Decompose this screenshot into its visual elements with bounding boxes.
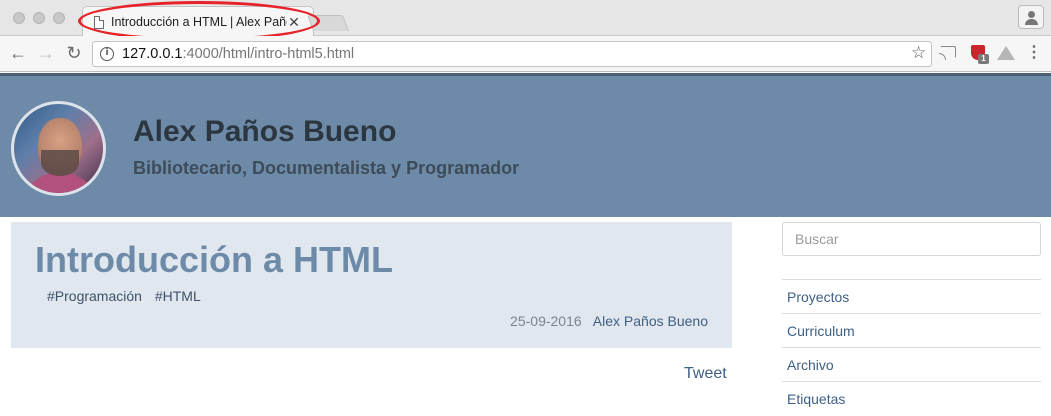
web-page: Alex Paños Bueno Bibliotecario, Document… [0,73,1051,416]
profile-icon[interactable] [1018,5,1044,29]
site-header: Alex Paños Bueno Bibliotecario, Document… [0,73,1051,217]
sidebar-item-proyectos[interactable]: Proyectos [782,279,1041,313]
forward-arrow-icon[interactable]: → [35,42,57,64]
post-author-link[interactable]: Alex Paños Bueno [593,313,708,329]
close-window-button[interactable] [13,12,25,24]
shield-icon[interactable]: 1 [968,43,989,64]
sidebar-nav: Proyectos Curriculum Archivo Etiquetas [782,279,1041,415]
url-text[interactable]: 127.0.0.1:4000/html/intro-html5.html [122,45,354,63]
tab-title: Introducción a HTML | Alex Paños Bueno [111,15,287,29]
avatar[interactable] [11,101,106,196]
browser-tab-bar: Introducción a HTML | Alex Paños Bueno ✕ [0,0,1051,41]
post-date: 25-09-2016 [510,313,582,329]
post-tags: #Programación #HTML [47,288,210,304]
cast-icon[interactable] [938,43,958,63]
cloud-icon[interactable] [996,43,1016,63]
browser-tab-active[interactable]: Introducción a HTML | Alex Paños Bueno ✕ [82,6,314,37]
search-input[interactable] [782,222,1041,256]
browser-toolbar: ← → ↻ i 127.0.0.1:4000/html/intro-html5.… [0,36,1051,72]
address-bar[interactable]: i 127.0.0.1:4000/html/intro-html5.html ☆ [92,41,932,67]
reload-icon[interactable]: ↻ [63,42,85,64]
zoom-window-button[interactable] [53,12,65,24]
close-icon[interactable]: ✕ [287,13,301,31]
tag-link[interactable]: #HTML [155,288,201,304]
tag-link[interactable]: #Programación [47,288,142,304]
back-arrow-icon[interactable]: ← [7,42,29,64]
sidebar-item-archivo[interactable]: Archivo [782,347,1041,381]
tweet-button[interactable]: Tweet [684,365,727,383]
site-subtitle: Bibliotecario, Documentalista y Programa… [133,158,520,178]
info-icon[interactable]: i [100,47,114,61]
site-title[interactable]: Alex Paños Bueno [133,115,396,149]
sidebar-item-etiquetas[interactable]: Etiquetas [782,381,1041,415]
new-tab-button[interactable] [307,15,349,31]
post-title: Introducción a HTML [35,239,393,280]
post-header-card: Introducción a HTML #Programación #HTML … [11,222,732,348]
menu-icon[interactable]: ⋮ [1024,43,1044,63]
minimize-window-button[interactable] [33,12,45,24]
star-icon[interactable]: ☆ [911,43,926,63]
post-meta: 25-09-2016 Alex Paños Bueno [510,313,708,329]
document-icon [94,16,104,29]
sidebar-item-curriculum[interactable]: Curriculum [782,313,1041,347]
